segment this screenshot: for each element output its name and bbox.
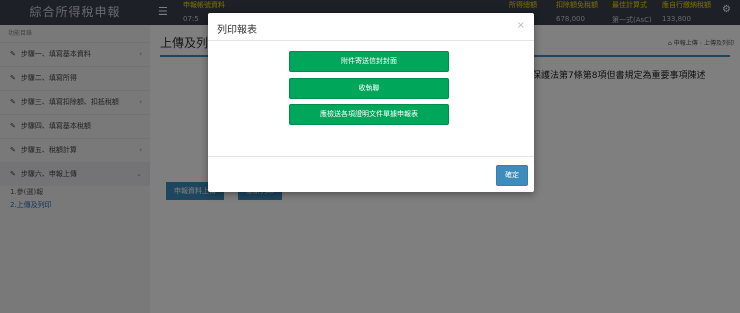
confirm-button[interactable]: 確定 (496, 165, 528, 186)
print-envelope-cover-button[interactable]: 附件寄送信封封面 (289, 51, 449, 72)
modal-title: 列印報表 (217, 25, 257, 36)
modal-footer-divider (208, 156, 534, 157)
print-receipt-button[interactable]: 收執聯 (289, 78, 449, 99)
modal-header-divider (208, 40, 534, 41)
close-icon[interactable]: × (517, 20, 525, 31)
print-document-list-button[interactable]: 應檢送各項證明文件單據申報表 (289, 104, 449, 125)
print-report-modal: 列印報表 × 附件寄送信封封面 收執聯 應檢送各項證明文件單據申報表 確定 (208, 13, 534, 192)
